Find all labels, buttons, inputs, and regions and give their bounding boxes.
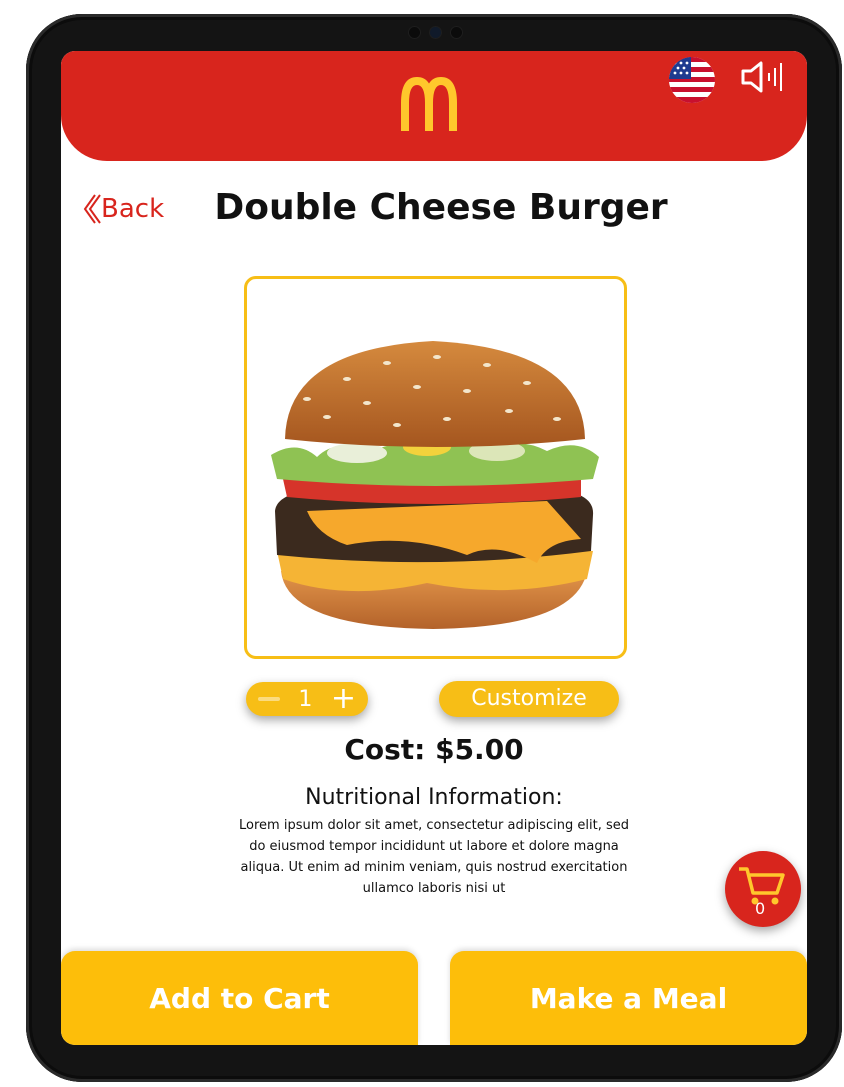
nutrition-title: Nutritional Information: <box>305 785 563 810</box>
camera-lens <box>429 26 441 38</box>
mcdonalds-arches-icon <box>401 77 457 131</box>
sensor-dot <box>408 26 420 38</box>
burger-image <box>271 341 599 629</box>
make-a-meal-button[interactable]: Make a Meal <box>450 951 807 1045</box>
chevron-left-icon <box>83 194 101 224</box>
cart-button[interactable]: 0 <box>725 851 801 927</box>
nutrition-text: Lorem ipsum dolor sit amet, consectetur … <box>239 818 629 896</box>
back-label: Back <box>101 194 165 224</box>
us-flag-icon[interactable] <box>669 57 715 103</box>
back-button[interactable]: Back <box>81 191 164 227</box>
increment-button[interactable]: + <box>331 684 356 714</box>
speaker-icon[interactable] <box>739 59 787 95</box>
page-title: Double Cheese Burger <box>214 187 668 228</box>
quantity-stepper: 1 + <box>246 682 368 716</box>
camera-bar <box>375 24 495 40</box>
cart-count: 0 <box>755 899 766 918</box>
quantity-value: 1 <box>298 686 313 712</box>
sensor-dot <box>450 26 462 38</box>
product-image-frame <box>244 276 627 659</box>
customize-button[interactable]: Customize <box>439 681 619 717</box>
app-screen: Back Double Cheese Burger 1 + Customize … <box>61 51 807 1045</box>
cost-label: Cost: $5.00 <box>344 733 524 766</box>
header-bar <box>61 51 807 161</box>
add-to-cart-button[interactable]: Add to Cart <box>61 951 418 1045</box>
decrement-button[interactable] <box>258 697 280 701</box>
